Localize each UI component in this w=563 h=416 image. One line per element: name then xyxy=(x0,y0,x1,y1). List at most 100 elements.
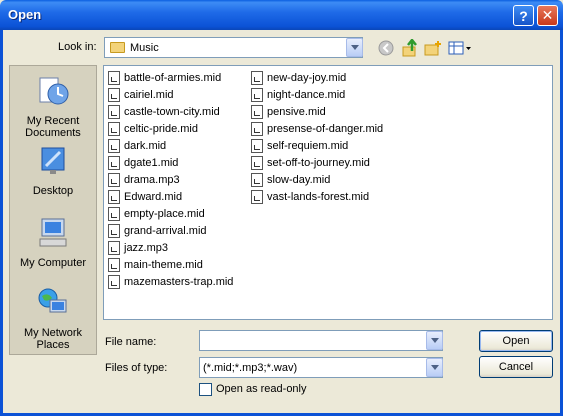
midi-file-icon xyxy=(251,105,263,119)
file-name-label: File name: xyxy=(105,336,157,348)
up-folder-button[interactable] xyxy=(400,38,420,58)
network-places-icon xyxy=(38,288,67,313)
title-bar: Open ? ✕ xyxy=(0,0,563,30)
file-name: celtic-pride.mid xyxy=(124,123,198,135)
list-item[interactable]: pensive.mid xyxy=(251,104,326,120)
look-in-dropdown-button[interactable] xyxy=(346,38,363,57)
file-name: main-theme.mid xyxy=(124,259,203,271)
midi-file-icon xyxy=(251,139,263,153)
recent-documents-icon xyxy=(39,77,69,105)
help-button[interactable]: ? xyxy=(513,5,534,26)
up-folder-icon xyxy=(402,39,417,57)
file-name: slow-day.mid xyxy=(267,174,331,186)
file-name: presense-of-danger.mid xyxy=(267,123,384,135)
midi-file-icon xyxy=(108,275,120,289)
midi-file-icon xyxy=(251,156,263,170)
view-menu-button[interactable] xyxy=(447,38,473,58)
midi-file-icon xyxy=(251,71,263,85)
audio-file-icon xyxy=(108,241,120,255)
cancel-button[interactable]: Cancel xyxy=(479,356,553,378)
files-of-type-dropdown[interactable]: (*.mid;*.mp3;*.wav) xyxy=(199,357,443,378)
file-name: night-dance.mid xyxy=(267,89,346,101)
list-item[interactable]: cairiel.mid xyxy=(108,87,174,103)
list-item[interactable]: night-dance.mid xyxy=(251,87,345,103)
list-item[interactable]: dgate1.mid xyxy=(108,155,178,171)
list-item[interactable]: main-theme.mid xyxy=(108,257,203,273)
midi-file-icon xyxy=(108,122,120,136)
place-label: My Network xyxy=(23,327,83,339)
file-name: battle-of-armies.mid xyxy=(124,72,222,84)
place-my-network-places[interactable]: My Network Places xyxy=(10,286,96,351)
midi-file-icon xyxy=(108,258,120,272)
look-in-value: Music xyxy=(130,42,159,54)
open-button[interactable]: Open xyxy=(479,330,553,352)
desktop-icon xyxy=(41,147,65,174)
list-item[interactable]: castle-town-city.mid xyxy=(108,104,220,120)
midi-file-icon xyxy=(251,88,263,102)
midi-file-icon xyxy=(108,190,120,204)
files-of-type-value: (*.mid;*.mp3;*.wav) xyxy=(203,362,298,374)
list-item[interactable]: drama.mp3 xyxy=(108,172,180,188)
file-name: grand-arrival.mid xyxy=(124,225,207,237)
file-name-dropdown-button[interactable] xyxy=(426,331,443,350)
window-title: Open xyxy=(8,7,42,22)
file-name: Edward.mid xyxy=(124,191,183,203)
look-in-dropdown[interactable]: Music xyxy=(104,37,363,58)
new-folder-button[interactable] xyxy=(423,38,443,58)
place-label: Documents xyxy=(25,127,81,139)
read-only-label[interactable]: Open as read-only xyxy=(216,383,307,395)
file-list[interactable]: battle-of-armies.mid cairiel.mid castle-… xyxy=(103,65,553,320)
my-computer-icon xyxy=(39,218,67,247)
midi-file-icon xyxy=(108,105,120,119)
list-item[interactable]: vast-lands-forest.mid xyxy=(251,189,369,205)
file-name: new-day-joy.mid xyxy=(267,72,347,84)
list-item[interactable]: self-requiem.mid xyxy=(251,138,348,154)
list-item[interactable]: presense-of-danger.mid xyxy=(251,121,383,137)
list-item[interactable]: battle-of-armies.mid xyxy=(108,70,221,86)
close-button[interactable]: ✕ xyxy=(537,5,558,26)
chevron-down-icon xyxy=(430,365,439,370)
audio-file-icon xyxy=(108,173,120,187)
read-only-checkbox[interactable] xyxy=(199,383,212,396)
midi-file-icon xyxy=(251,173,263,187)
help-icon: ? xyxy=(519,7,528,24)
place-my-recent-documents[interactable]: My Recent Documents xyxy=(10,74,96,139)
midi-file-icon xyxy=(108,224,120,238)
file-name: jazz.mp3 xyxy=(124,242,169,254)
file-name: mazemasters-trap.mid xyxy=(124,276,234,288)
back-arrow-icon xyxy=(378,40,394,56)
place-label: My Recent xyxy=(26,115,80,127)
places-bar: My Recent Documents Desktop My Computer … xyxy=(9,65,97,355)
file-name: empty-place.mid xyxy=(124,208,205,220)
close-icon: ✕ xyxy=(541,7,554,23)
list-item[interactable]: dark.mid xyxy=(108,138,166,154)
chevron-down-icon xyxy=(430,338,439,343)
place-label: Desktop xyxy=(32,185,74,197)
list-item[interactable]: mazemasters-trap.mid xyxy=(108,274,233,290)
midi-file-icon xyxy=(108,139,120,153)
files-of-type-dropdown-button[interactable] xyxy=(426,358,443,377)
back-button[interactable] xyxy=(376,38,396,58)
place-my-computer[interactable]: My Computer xyxy=(10,216,96,269)
midi-file-icon xyxy=(108,156,120,170)
list-item[interactable]: grand-arrival.mid xyxy=(108,223,207,239)
list-item[interactable]: slow-day.mid xyxy=(251,172,330,188)
midi-file-icon xyxy=(108,207,120,221)
list-item[interactable]: empty-place.mid xyxy=(108,206,205,222)
list-item[interactable]: new-day-joy.mid xyxy=(251,70,346,86)
place-desktop[interactable]: Desktop xyxy=(10,144,96,197)
file-name-input[interactable] xyxy=(200,331,442,350)
files-of-type-label: Files of type: xyxy=(105,362,168,374)
file-name: castle-town-city.mid xyxy=(124,106,220,118)
file-name-field[interactable] xyxy=(199,330,443,351)
file-name: self-requiem.mid xyxy=(267,140,349,152)
list-item[interactable]: Edward.mid xyxy=(108,189,182,205)
chevron-down-icon xyxy=(350,45,359,50)
file-name: cairiel.mid xyxy=(124,89,174,101)
file-name: dgate1.mid xyxy=(124,157,179,169)
file-name: vast-lands-forest.mid xyxy=(267,191,370,203)
list-item[interactable]: set-off-to-journey.mid xyxy=(251,155,370,171)
list-item[interactable]: jazz.mp3 xyxy=(108,240,168,256)
list-item[interactable]: celtic-pride.mid xyxy=(108,121,198,137)
midi-file-icon xyxy=(108,71,120,85)
